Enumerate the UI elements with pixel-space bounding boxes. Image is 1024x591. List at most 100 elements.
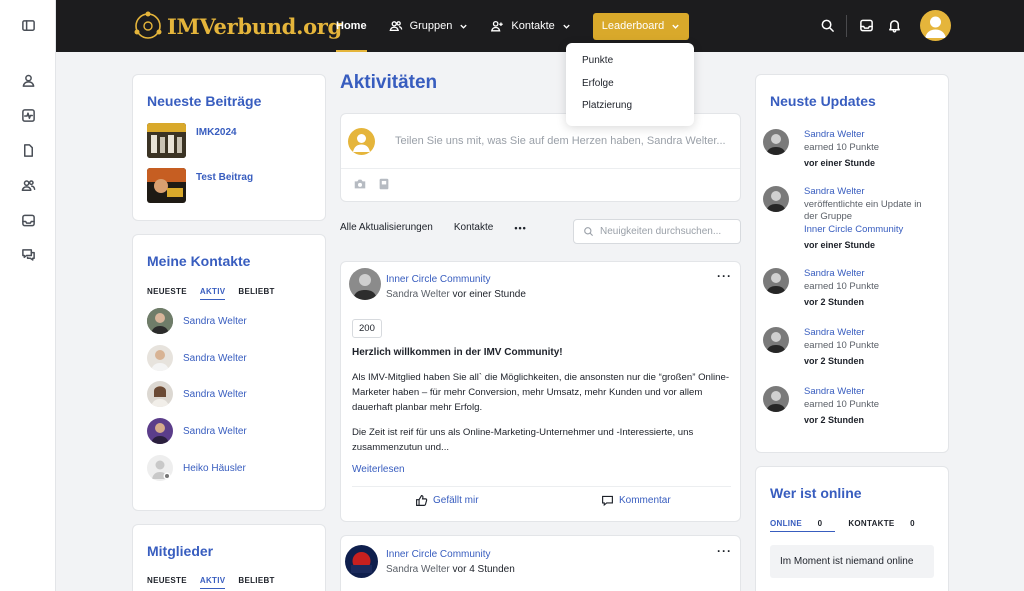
tab-popular[interactable]: BELIEBT (238, 287, 274, 300)
tab-active[interactable]: AKTIV (199, 576, 226, 589)
search-icon[interactable] (820, 18, 836, 34)
post-author[interactable]: Sandra Welter (386, 289, 450, 300)
user-avatar[interactable] (920, 10, 951, 41)
avatar (147, 381, 173, 407)
my-contacts-card: Meine Kontakte NEUESTE AKTIV BELIEBT San… (132, 234, 326, 511)
page-title: Aktivitäten (340, 72, 438, 93)
bell-icon[interactable] (887, 18, 903, 34)
members-tabs: NEUESTE AKTIV BELIEBT (147, 576, 288, 589)
update-time: vor einer Stunde (804, 158, 876, 168)
like-button[interactable]: Gefällt mir (415, 494, 479, 507)
nav-contacts[interactable]: Kontakte (490, 0, 570, 52)
update-user-link[interactable]: Sandra Welter (804, 327, 934, 340)
contact-item[interactable]: Sandra Welter (147, 345, 247, 371)
contact-item[interactable]: Heiko Häusler (147, 455, 246, 481)
update-item: Sandra Welter earned 10 Punkte vor 2 Stu… (763, 327, 934, 368)
contact-item[interactable]: Sandra Welter (147, 308, 247, 334)
tab-active[interactable]: AKTIV (199, 287, 226, 300)
update-text: earned 10 Punkte (804, 141, 880, 153)
post-options-icon[interactable]: ··· (717, 544, 732, 558)
tab-contacts[interactable]: KONTAKTE 0 (848, 519, 928, 532)
tab-popular[interactable]: BELIEBT (238, 576, 274, 589)
activity-post: Inner Circle Community Sandra Welter vor… (340, 535, 741, 591)
members-card: Mitglieder NEUESTE AKTIV BELIEBT (132, 524, 326, 591)
comment-button[interactable]: Kommentar (601, 494, 671, 507)
update-time: vor 2 Stunden (804, 297, 865, 307)
menu-item-points[interactable]: Punkte (566, 55, 694, 78)
activity-icon[interactable] (20, 107, 36, 123)
avatar[interactable] (349, 268, 381, 300)
post-group-link[interactable]: Inner Circle Community (386, 549, 490, 560)
update-user-link[interactable]: Sandra Welter (804, 186, 934, 199)
sidebar-toggle-icon[interactable] (20, 17, 36, 33)
post-title-link[interactable]: Test Beitrag (196, 172, 253, 183)
avatar[interactable] (763, 186, 789, 212)
profile-icon[interactable] (20, 72, 36, 88)
activity-search-placeholder: Neuigkeiten durchsuchen... (600, 226, 722, 237)
nav-groups[interactable]: Gruppen (389, 0, 469, 52)
inbox-icon[interactable] (20, 212, 36, 228)
post-thumbnail[interactable] (147, 168, 186, 203)
activity-post: Inner Circle Community Sandra Welter vor… (340, 261, 741, 522)
post-options-icon[interactable]: ··· (717, 269, 732, 283)
post-group-link[interactable]: Inner Circle Community (386, 274, 490, 285)
post-author[interactable]: Sandra Welter (386, 564, 450, 575)
comment-label: Kommentar (619, 495, 671, 506)
menu-item-ranking[interactable]: Platzierung (566, 100, 694, 123)
avatar (147, 308, 173, 334)
media-icon[interactable] (377, 177, 391, 191)
like-label: Gefällt mir (433, 495, 479, 506)
contact-name[interactable]: Sandra Welter (183, 389, 247, 400)
latest-updates-card: Neuste Updates Sandra Welter earned 10 P… (755, 74, 949, 453)
activity-search[interactable]: Neuigkeiten durchsuchen... (573, 219, 741, 244)
contact-name[interactable]: Sandra Welter (183, 426, 247, 437)
update-user-link[interactable]: Sandra Welter (804, 268, 934, 281)
filter-all[interactable]: Alle Aktualisierungen (340, 222, 433, 233)
update-group-link[interactable]: Inner Circle Community (804, 224, 934, 237)
recent-posts-card: Neueste Beiträge IMK2024 Test Beitrag (132, 74, 326, 221)
tab-newest[interactable]: NEUESTE (147, 287, 187, 300)
tab-online-label: ONLINE (770, 519, 803, 528)
post-divider (352, 486, 731, 487)
update-text: earned 10 Punkte (804, 398, 880, 410)
groups-icon[interactable] (20, 177, 36, 193)
read-more-link[interactable]: Weiterlesen (352, 464, 405, 475)
left-rail (0, 0, 56, 591)
post-thumbnail[interactable] (147, 123, 186, 158)
nav-leaderboard[interactable]: Leaderboard (592, 12, 690, 40)
logo-mark-icon (132, 10, 164, 42)
nav-home[interactable]: Home (336, 0, 367, 52)
update-user-link[interactable]: Sandra Welter (804, 129, 934, 142)
update-item: Sandra Welter earned 10 Punkte vor 2 Stu… (763, 386, 934, 427)
avatar[interactable] (763, 386, 789, 412)
menu-item-achievements[interactable]: Erfolge (566, 78, 694, 101)
filter-more-icon[interactable]: ••• (514, 223, 526, 233)
default-avatar-icon (925, 16, 946, 38)
avatar[interactable] (763, 268, 789, 294)
tab-online[interactable]: ONLINE 0 (770, 519, 836, 532)
update-item: Sandra Welter earned 10 Punkte vor einer… (763, 129, 934, 170)
contact-name[interactable]: Sandra Welter (183, 353, 247, 364)
post-headline: Herzlich willkommen in der IMV Community… (352, 347, 563, 358)
update-user-link[interactable]: Sandra Welter (804, 386, 934, 399)
tab-online-count: 0 (817, 519, 823, 528)
contact-item[interactable]: Sandra Welter (147, 418, 247, 444)
update-item: Sandra Welter earned 10 Punkte vor 2 Stu… (763, 268, 934, 309)
site-logo[interactable]: IMVerbund.org (132, 10, 342, 42)
comment-icon (602, 495, 613, 507)
contact-name[interactable]: Heiko Häusler (183, 463, 246, 474)
members-title: Mitglieder (147, 543, 214, 559)
recent-posts-title: Neueste Beiträge (147, 93, 262, 109)
document-icon[interactable] (20, 142, 36, 158)
avatar[interactable] (763, 327, 789, 353)
inbox-icon[interactable] (859, 18, 875, 34)
camera-icon[interactable] (353, 177, 367, 191)
avatar[interactable] (763, 129, 789, 155)
contact-item[interactable]: Sandra Welter (147, 381, 247, 407)
chat-icon[interactable] (20, 246, 36, 262)
contact-name[interactable]: Sandra Welter (183, 316, 247, 327)
filter-contacts[interactable]: Kontakte (454, 222, 493, 233)
post-title-link[interactable]: IMK2024 (196, 127, 237, 138)
avatar[interactable] (345, 545, 378, 578)
tab-newest[interactable]: NEUESTE (147, 576, 187, 589)
